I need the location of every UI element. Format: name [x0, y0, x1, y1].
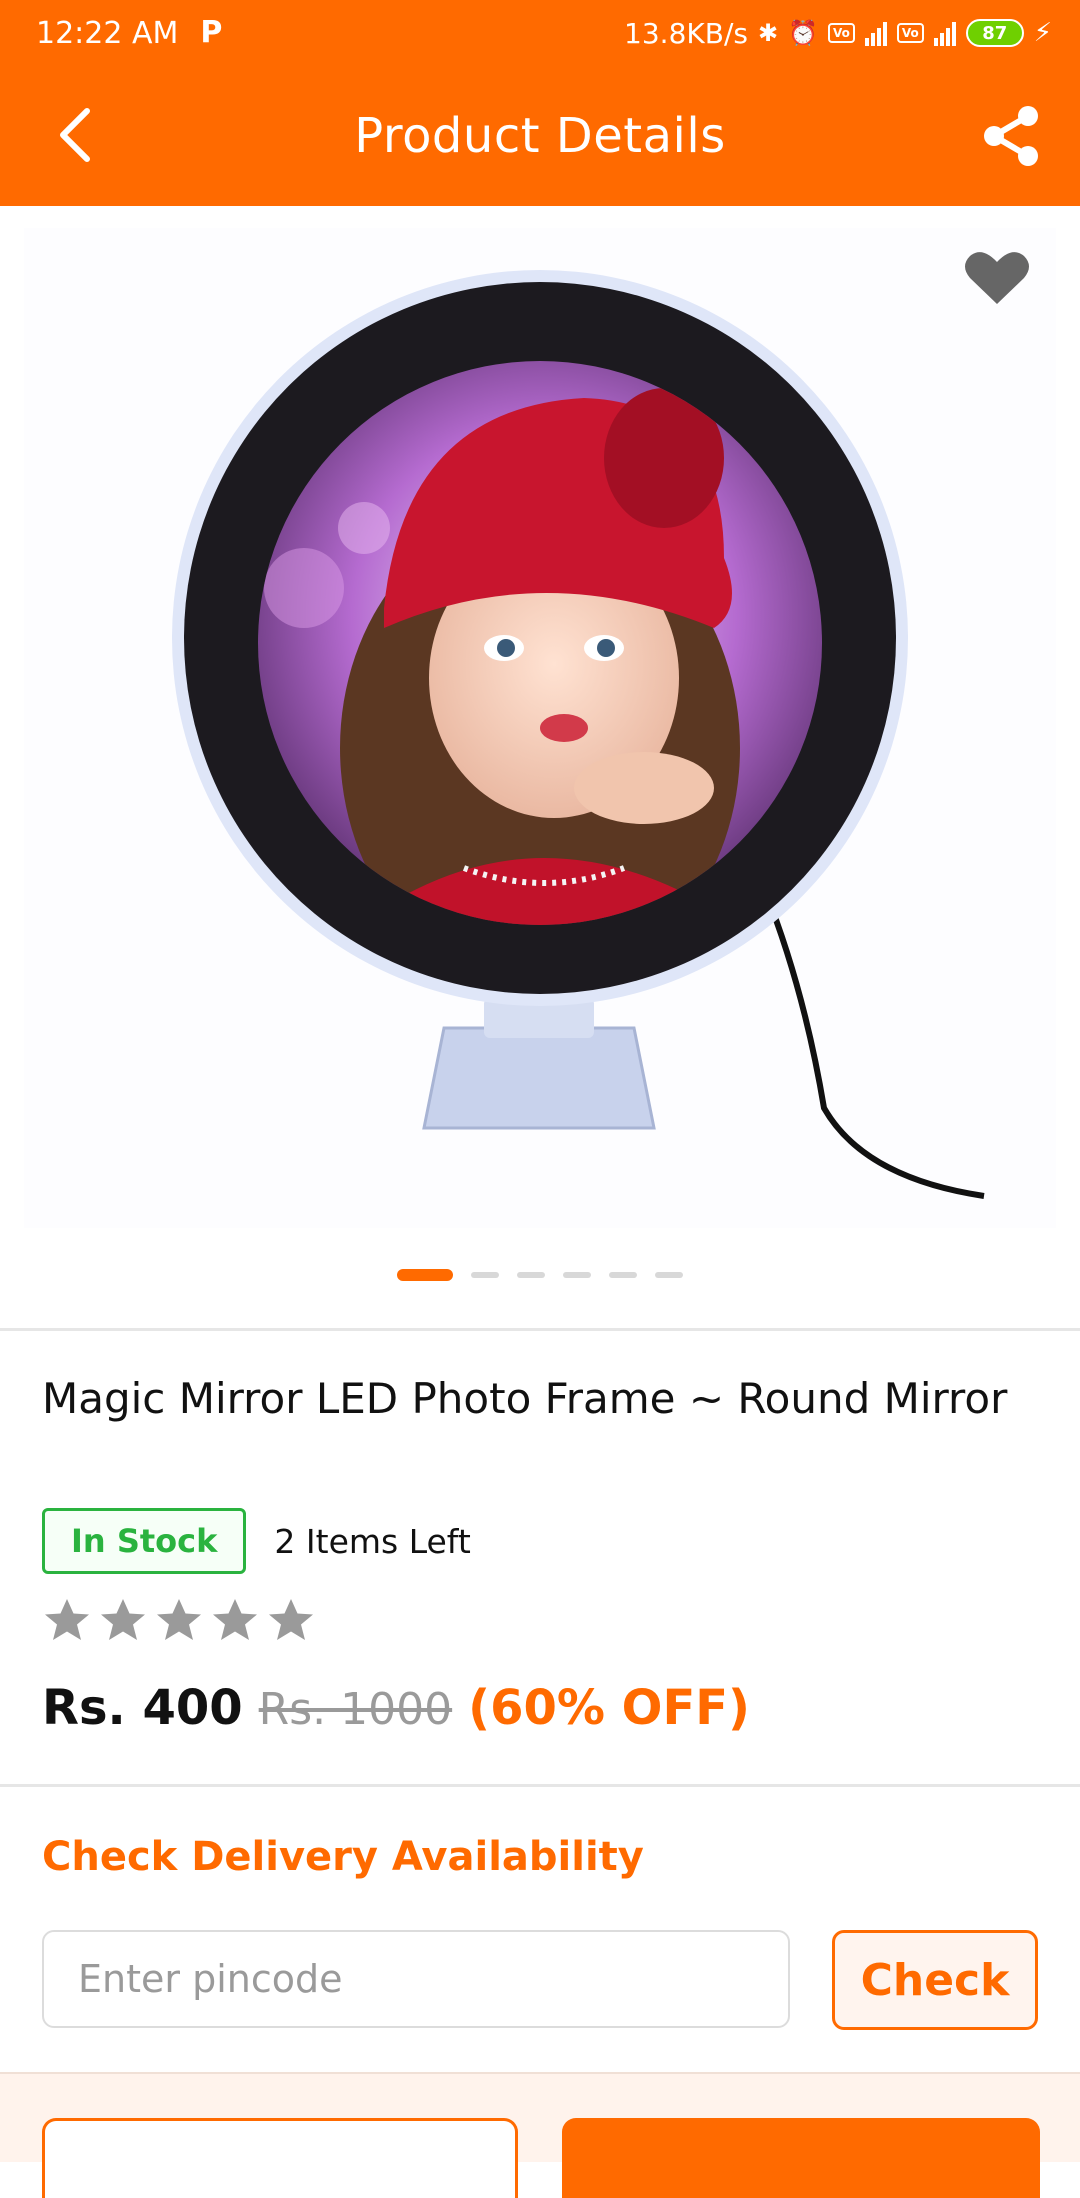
product-image — [172, 270, 985, 1199]
discount-label: (60% OFF) — [468, 1680, 750, 1736]
divider-2 — [0, 1784, 1080, 1787]
share-icon — [984, 106, 1038, 166]
alarm-icon: ⏰ — [788, 19, 818, 47]
status-time: 12:22 AM — [36, 15, 179, 51]
star-icon — [101, 1599, 145, 1640]
add-to-cart-button[interactable] — [42, 2118, 518, 2198]
product-image-carousel[interactable] — [24, 228, 1056, 1228]
signal-icon — [864, 20, 887, 46]
star-icon — [45, 1599, 89, 1640]
share-button[interactable] — [980, 104, 1044, 168]
stock-row: In Stock 2 Items Left — [42, 1508, 471, 1574]
check-button[interactable]: Check — [832, 1930, 1038, 2030]
carousel-dot[interactable] — [655, 1272, 683, 1278]
carousel-dot[interactable] — [563, 1272, 591, 1278]
status-bar: 12:22 AM P 13.8KB/s ✱ ⏰ Vo Vo 87 ⚡ — [0, 0, 1080, 66]
app-header: Product Details — [0, 66, 1080, 206]
original-price: Rs. 1000 — [258, 1684, 453, 1735]
parking-app-icon: P — [200, 15, 223, 50]
carousel-dot[interactable] — [397, 1269, 453, 1281]
stock-status-badge: In Stock — [42, 1508, 247, 1574]
delivery-heading: Check Delivery Availability — [42, 1834, 644, 1880]
star-icon — [157, 1599, 201, 1640]
carousel-dot[interactable] — [609, 1272, 637, 1278]
selling-price: Rs. 400 — [42, 1680, 243, 1736]
page-title: Product Details — [354, 108, 726, 164]
buy-now-button[interactable] — [562, 2118, 1040, 2198]
product-title: Magic Mirror LED Photo Frame ~ Round Mir… — [42, 1374, 1008, 1423]
carousel-dot[interactable] — [517, 1272, 545, 1278]
carousel-indicator — [0, 1269, 1080, 1281]
charging-icon: ⚡ — [1033, 18, 1052, 48]
network-speed: 13.8KB/s — [624, 16, 748, 50]
volte-icon-2: Vo — [896, 23, 924, 43]
volte-icon: Vo — [827, 23, 855, 43]
items-left-text: 2 Items Left — [274, 1521, 471, 1561]
price-row: Rs. 400 Rs. 1000 (60% OFF) — [42, 1680, 750, 1736]
bottom-action-bar — [0, 2072, 1080, 2198]
rating-stars — [42, 1596, 316, 1646]
star-icon — [269, 1599, 313, 1640]
heart-icon — [965, 252, 1029, 304]
divider — [0, 1328, 1080, 1331]
favorite-button[interactable] — [962, 248, 1032, 308]
bluetooth-icon: ✱ — [757, 19, 779, 47]
signal-icon-2 — [933, 20, 956, 46]
carousel-dot[interactable] — [471, 1272, 499, 1278]
star-icon — [213, 1599, 257, 1640]
pincode-input[interactable] — [42, 1930, 790, 2028]
battery-icon: 87 — [965, 19, 1024, 47]
